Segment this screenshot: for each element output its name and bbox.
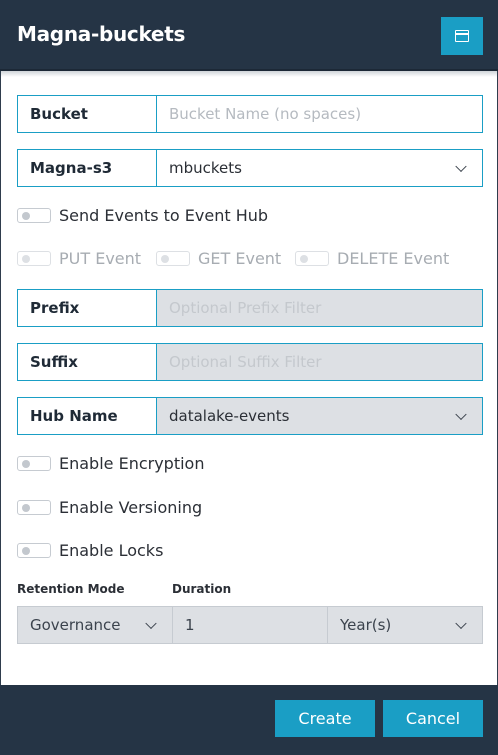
bucket-field-wrap — [157, 96, 482, 132]
suffix-field-wrap — [157, 344, 482, 380]
chevron-down-icon — [455, 160, 467, 173]
prefix-input[interactable] — [169, 290, 482, 326]
chevron-down-icon — [145, 617, 157, 630]
locks-toggle[interactable] — [17, 543, 51, 558]
bucket-row: Bucket — [17, 95, 483, 133]
get-event-toggle[interactable] — [156, 251, 190, 266]
get-event-line: GET Event — [156, 249, 281, 268]
toggle-knob — [300, 255, 308, 263]
hub-row: Hub Name datalake-events — [17, 397, 483, 435]
prefix-field-wrap — [157, 290, 482, 326]
hub-selected-value: datalake-events — [169, 407, 290, 425]
event-hub-toggle-label: Send Events to Event Hub — [59, 206, 269, 225]
create-button[interactable]: Create — [275, 700, 375, 737]
dialog-title: Magna-buckets — [17, 22, 186, 46]
encryption-line: Enable Encryption — [17, 454, 204, 473]
versioning-toggle[interactable] — [17, 500, 51, 515]
storage-label: Magna-s3 — [18, 150, 157, 186]
delete-event-label: DELETE Event — [337, 249, 450, 268]
duration-value: 1 — [185, 616, 195, 634]
retention-mode-label: Retention Mode — [17, 582, 125, 596]
storage-row: Magna-s3 mbuckets — [17, 149, 483, 187]
put-event-label: PUT Event — [59, 249, 142, 268]
bucket-label: Bucket — [18, 96, 157, 132]
suffix-row: Suffix — [17, 343, 483, 381]
suffix-input[interactable] — [169, 344, 482, 380]
put-event-toggle[interactable] — [17, 251, 51, 266]
retention-row: Governance 1 Year(s) — [17, 606, 483, 644]
versioning-line: Enable Versioning — [17, 498, 202, 517]
locks-line: Enable Locks — [17, 541, 163, 560]
frame-border-left — [0, 71, 1, 685]
encryption-toggle[interactable] — [17, 456, 51, 471]
duration-unit-select[interactable]: Year(s) — [328, 607, 482, 643]
storage-select[interactable]: mbuckets — [157, 150, 482, 186]
window-toggle-button[interactable] — [441, 17, 483, 55]
toggle-knob — [22, 504, 30, 512]
toggle-knob — [22, 255, 30, 263]
cancel-button[interactable]: Cancel — [383, 700, 483, 737]
toggle-knob — [161, 255, 169, 263]
prefix-label: Prefix — [18, 290, 157, 326]
delete-event-toggle[interactable] — [295, 251, 329, 266]
toggle-knob — [22, 460, 30, 468]
event-hub-toggle-line: Send Events to Event Hub — [17, 206, 268, 225]
duration-unit-value: Year(s) — [340, 616, 392, 634]
retention-mode-select[interactable]: Governance — [18, 607, 173, 643]
delete-event-line: DELETE Event — [295, 249, 449, 268]
hub-label: Hub Name — [18, 398, 157, 434]
hub-select[interactable]: datalake-events — [157, 398, 482, 434]
encryption-label: Enable Encryption — [59, 454, 205, 473]
event-hub-toggle[interactable] — [17, 208, 51, 223]
get-event-label: GET Event — [198, 249, 282, 268]
storage-selected-value: mbuckets — [169, 159, 242, 177]
duration-input[interactable]: 1 — [173, 607, 328, 643]
put-event-line: PUT Event — [17, 249, 141, 268]
retention-mode-value: Governance — [30, 616, 121, 634]
chevron-down-icon — [455, 617, 467, 630]
versioning-label: Enable Versioning — [59, 498, 203, 517]
locks-label: Enable Locks — [59, 541, 164, 560]
bucket-name-input[interactable] — [169, 96, 482, 132]
window-icon — [455, 30, 469, 42]
suffix-label: Suffix — [18, 344, 157, 380]
toggle-knob — [22, 212, 30, 220]
chevron-down-icon — [455, 408, 467, 421]
header-shadow — [0, 71, 498, 77]
dialog-header: Magna-buckets — [0, 0, 498, 71]
prefix-row: Prefix — [17, 289, 483, 327]
toggle-knob — [22, 547, 30, 555]
duration-label: Duration — [172, 582, 232, 596]
